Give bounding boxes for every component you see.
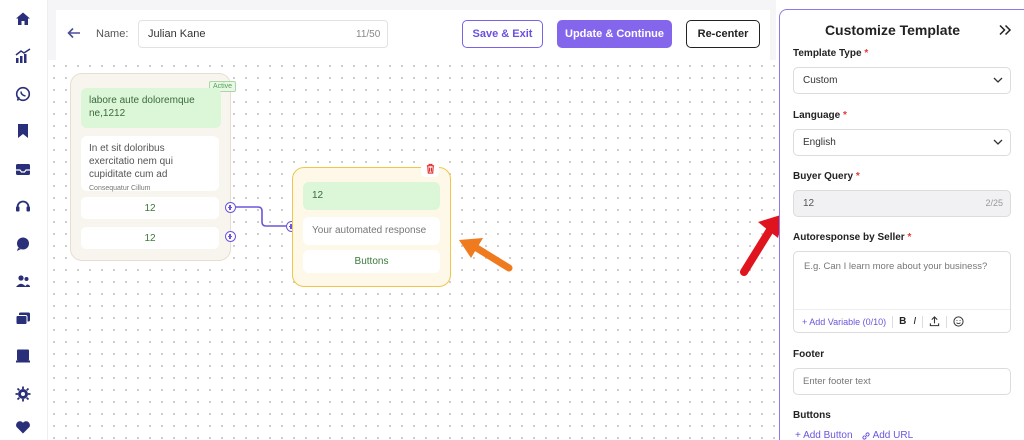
language-value: English [803,137,836,148]
whatsapp-icon[interactable] [14,85,32,103]
emoji-icon[interactable] [953,316,964,327]
toolbar-divider [922,315,924,328]
flow-node-2[interactable]: 12 Your automated response Buttons [292,159,451,287]
sidebar [0,0,48,440]
buyer-query-count: 2/25 [985,198,1003,208]
node-message: 12 [303,182,440,210]
add-button-link[interactable]: + Add Button [795,430,853,440]
app-root: Name: Julian Kane 11/50 Save & Exit Upda… [0,0,1024,440]
delete-node-button[interactable] [421,159,439,177]
node-message: labore aute doloremque ne,1212 [81,88,221,128]
users-icon[interactable] [14,272,32,290]
button-actions: + Add Button Add URL [795,430,913,440]
chevron-down-icon [993,139,1003,145]
language-label: Language * [793,110,847,121]
name-input[interactable]: Julian Kane [138,20,388,48]
buyer-query-label: Buyer Query * [793,171,860,182]
book-icon[interactable] [14,347,32,365]
messages-icon[interactable] [14,310,32,328]
toolbar-divider [892,315,894,328]
name-char-count: 11/50 [356,29,381,40]
buyer-query-input: 12 2/25 [793,190,1011,217]
footer-input[interactable]: Enter footer text [793,368,1011,395]
italic-button[interactable]: I [913,316,916,327]
topbar: Name: Julian Kane 11/50 Save & Exit Upda… [56,10,770,60]
annotation-arrow-orange [459,238,513,272]
inbox-icon[interactable] [14,160,32,178]
home-icon[interactable] [14,10,32,28]
back-arrow-icon[interactable] [66,25,82,41]
add-url-label: Add URL [872,430,914,440]
node-body: In et sit doloribus exercitatio nem qui … [81,136,219,192]
language-select[interactable]: English [793,129,1011,156]
template-type-label: Template Type * [793,48,869,59]
node-body-footer: Consequatur Cillum [89,185,151,192]
buttons-label: Buttons [793,410,831,421]
trash-icon [426,163,434,174]
panel-title: Customize Template [824,22,961,38]
save-exit-button[interactable]: Save & Exit [462,20,543,48]
node-buttons[interactable]: Buttons [303,250,440,273]
upload-icon[interactable] [929,316,940,327]
flow-canvas[interactable]: Active labore aute doloremque ne,1212 In… [48,60,776,440]
buyer-query-value: 12 [803,198,815,209]
toolbar-divider [946,315,948,328]
recenter-button[interactable]: Re-center [686,20,760,48]
heart-icon[interactable] [14,418,32,436]
autoresponse-textarea[interactable]: E.g. Can I learn more about your busines… [793,251,1011,333]
bold-button[interactable]: B [899,316,906,327]
footer-label: Footer [793,349,825,360]
autoresponse-label: Autoresponse by Seller * [793,232,912,243]
flow-node-1[interactable]: Active labore aute doloremque ne,1212 In… [70,73,237,261]
name-label: Name: [96,28,129,40]
formatting-toolbar: + Add Variable (0/10) B I [794,309,1010,333]
chat-icon[interactable] [14,235,32,253]
add-variable-button[interactable]: + Add Variable (0/10) [802,317,886,327]
settings-icon[interactable] [14,385,32,403]
customize-template-panel: Customize Template Template Type * Custo… [779,9,1024,440]
collapse-panel-icon[interactable] [998,24,1012,36]
add-url-link[interactable]: Add URL [861,430,914,440]
node-body-text: In et sit doloribus exercitatio nem qui … [89,143,173,180]
chevron-down-icon [993,77,1003,83]
node-autoresponse: Your automated response [303,217,440,245]
link-icon [861,431,870,440]
template-type-value: Custom [803,75,838,86]
main-area: Name: Julian Kane 11/50 Save & Exit Upda… [48,0,776,440]
connector-handle[interactable] [225,202,236,213]
connector-handle[interactable] [225,231,236,242]
update-continue-button[interactable]: Update & Continue [557,20,672,48]
template-type-select[interactable]: Custom [793,67,1011,94]
bookmark-icon[interactable] [14,122,32,140]
node-option[interactable]: 12 [81,227,219,249]
support-icon[interactable] [14,197,32,215]
autoresponse-placeholder: E.g. Can I learn more about your busines… [804,261,988,272]
analytics-icon[interactable] [14,47,32,65]
node-option[interactable]: 12 [81,197,219,219]
